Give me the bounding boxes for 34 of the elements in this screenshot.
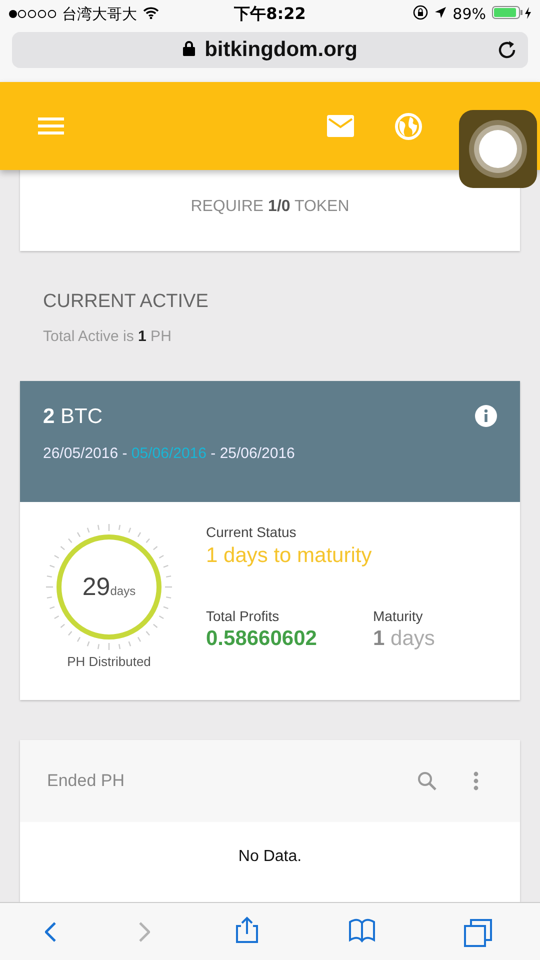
token-requirement: REQUIRE 1/0 TOKEN bbox=[190, 198, 350, 217]
status-label: Current Status bbox=[206, 524, 298, 540]
section-title: CURRENT ACTIVE bbox=[43, 291, 210, 313]
info-icon[interactable] bbox=[475, 405, 497, 427]
address-bar[interactable]: bitkingdom.org bbox=[12, 32, 528, 68]
profits-label: Total Profits bbox=[206, 608, 280, 624]
clock-time: 下午8:22 bbox=[234, 4, 306, 24]
empty-message: No Data. bbox=[238, 848, 302, 867]
btc-amount: 2 BTC bbox=[43, 405, 103, 428]
signal-icon bbox=[8, 9, 56, 19]
profits-value: 0.58660602 bbox=[206, 627, 318, 651]
table-title: Ended PH bbox=[47, 771, 126, 791]
days-count: 29 bbox=[82, 572, 110, 600]
gauge-caption: PH Distributed bbox=[67, 654, 151, 669]
more-options-icon[interactable] bbox=[473, 771, 479, 791]
battery-charging-icon bbox=[492, 6, 532, 19]
wifi-icon bbox=[143, 7, 159, 19]
lock-icon bbox=[182, 41, 195, 56]
status-value: 1 days to maturity bbox=[206, 544, 373, 568]
forward-icon bbox=[139, 922, 150, 942]
back-icon bbox=[45, 922, 56, 942]
days-unit: days bbox=[110, 584, 136, 598]
reload-icon[interactable] bbox=[496, 39, 518, 61]
date-range: 26/05/2016 - 05/06/2016 - 25/06/2016 bbox=[43, 445, 295, 462]
back-button[interactable] bbox=[45, 922, 56, 942]
rotation-lock-icon bbox=[412, 4, 428, 20]
maturity-value: 1 days bbox=[373, 627, 435, 650]
maturity-label: Maturity bbox=[373, 608, 424, 624]
location-arrow-icon bbox=[434, 6, 447, 19]
battery-percent: 89% bbox=[452, 5, 486, 23]
search-icon[interactable] bbox=[417, 771, 437, 791]
total-active-text: Total Active is 1 PH bbox=[43, 328, 172, 345]
assistive-touch-button[interactable] bbox=[459, 110, 537, 188]
carrier-name: 台湾大哥大 bbox=[62, 4, 137, 24]
